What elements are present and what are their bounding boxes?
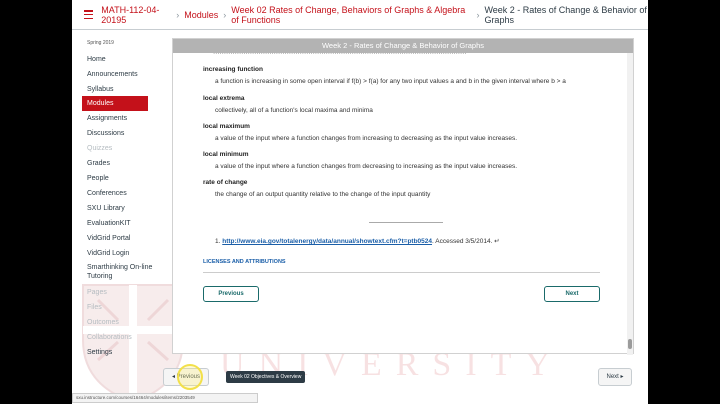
term-definition: a value of the input where a function ch… [215, 163, 518, 170]
cursor-highlight [177, 364, 203, 390]
footnote-link[interactable]: http://www.eia.gov/totalenergy/data/annu… [222, 238, 432, 245]
breadcrumb-week-module[interactable]: Week 02 Rates of Change, Behaviors of Gr… [231, 5, 471, 25]
chevron-right-icon: › [223, 9, 227, 20]
content-scrollbar[interactable] [627, 53, 633, 355]
term-definition: collectively, all of a function's local … [215, 107, 373, 114]
term-label: Spring 2019 [87, 40, 114, 46]
term-title: rate of change [203, 179, 248, 186]
nav-item-modules[interactable]: Modules [82, 96, 148, 111]
term-title: increasing function [203, 66, 263, 73]
footnote-accessed: . Accessed 3/5/2014. ↵ [432, 238, 500, 245]
course-nav: Spring 2019 Home Announcements Syllabus … [72, 30, 172, 404]
next-page-button[interactable]: Next [544, 286, 600, 302]
breadcrumb: MATH-112-04-20195 › Modules › Week 02 Ra… [72, 0, 648, 30]
hamburger-menu-icon[interactable] [84, 10, 94, 19]
footnote: 1. http://www.eia.gov/totalenergy/data/a… [215, 237, 500, 245]
breadcrumb-modules[interactable]: Modules [184, 10, 218, 20]
term-definition: a function is increasing in some open in… [215, 78, 566, 85]
term-definition: the change of an output quantity relativ… [215, 191, 431, 198]
licenses-divider [203, 272, 600, 273]
pillarbox-left [0, 0, 72, 404]
content-frame: Week 2 - Rates of Change & Behavior of G… [172, 38, 634, 355]
browser-frame: MATH-112-04-20195 › Modules › Week 02 Ra… [0, 0, 720, 404]
nav-item-smarthinking[interactable]: Smarthinking On-line Tutoring [82, 261, 154, 283]
scrollbar-thumb[interactable] [628, 339, 632, 349]
chevron-right-icon: › [176, 9, 180, 20]
module-next-button[interactable]: Next ▸ [598, 368, 632, 386]
footnote-number: 1. [215, 238, 221, 245]
status-bar-url: sxu.instructure.com/courses/16464/module… [72, 393, 258, 403]
previous-tooltip: Week 02 Objectives & Overview [226, 371, 306, 383]
pillarbox-right [648, 0, 720, 404]
glossary-content: ⋯⋯⋯⋯⋯⋯⋯⋯⋯⋯⋯⋯⋯⋯⋯⋯⋯⋯⋯⋯⋯⋯⋯⋯⋯⋯⋯⋯⋯⋯⋯⋯⋯⋯⋯⋯⋯⋯⋯ … [173, 53, 629, 355]
cut-off-text-line: ⋯⋯⋯⋯⋯⋯⋯⋯⋯⋯⋯⋯⋯⋯⋯⋯⋯⋯⋯⋯⋯⋯⋯⋯⋯⋯⋯⋯⋯⋯⋯⋯⋯⋯⋯⋯⋯⋯⋯ [213, 53, 467, 57]
content-title: Week 2 - Rates of Change & Behavior of G… [173, 39, 633, 53]
licenses-heading[interactable]: LICENSES AND ATTRIBUTIONS [203, 259, 286, 265]
term-definition: a value of the input where a function ch… [215, 135, 518, 142]
previous-page-button[interactable]: Previous [203, 286, 259, 302]
breadcrumb-course[interactable]: MATH-112-04-20195 [101, 5, 171, 25]
term-title: local extrema [203, 95, 245, 102]
term-title: local maximum [203, 123, 250, 130]
footnote-divider [369, 222, 443, 223]
term-title: local minimum [203, 151, 249, 158]
chevron-right-icon: › [476, 9, 480, 20]
breadcrumb-page: Week 2 - Rates of Change & Behavior of G… [484, 4, 647, 25]
